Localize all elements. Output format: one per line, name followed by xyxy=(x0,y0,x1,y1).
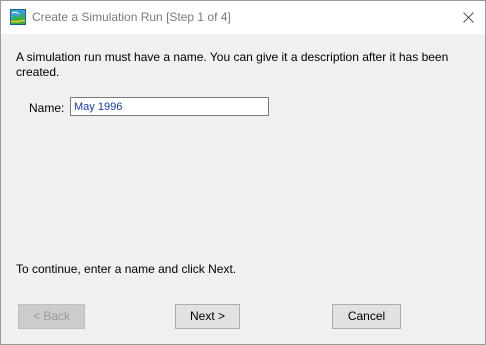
close-button[interactable] xyxy=(453,1,485,34)
window-title: Create a Simulation Run [Step 1 of 4] xyxy=(32,10,231,24)
name-input[interactable] xyxy=(70,97,269,116)
dialog-content: A simulation run must have a name. You c… xyxy=(1,34,485,344)
instructions-text: A simulation run must have a name. You c… xyxy=(16,50,449,79)
continue-hint: To continue, enter a name and click Next… xyxy=(16,262,237,276)
close-icon xyxy=(463,12,474,23)
name-label: Name: xyxy=(29,101,65,115)
next-button[interactable]: Next > xyxy=(175,304,240,329)
back-button[interactable]: < Back xyxy=(18,304,85,329)
cancel-button[interactable]: Cancel xyxy=(332,304,401,329)
title-bar: Create a Simulation Run [Step 1 of 4] xyxy=(1,1,485,34)
terrain-map-icon xyxy=(10,9,26,25)
dialog-window: Create a Simulation Run [Step 1 of 4] A … xyxy=(0,0,486,345)
